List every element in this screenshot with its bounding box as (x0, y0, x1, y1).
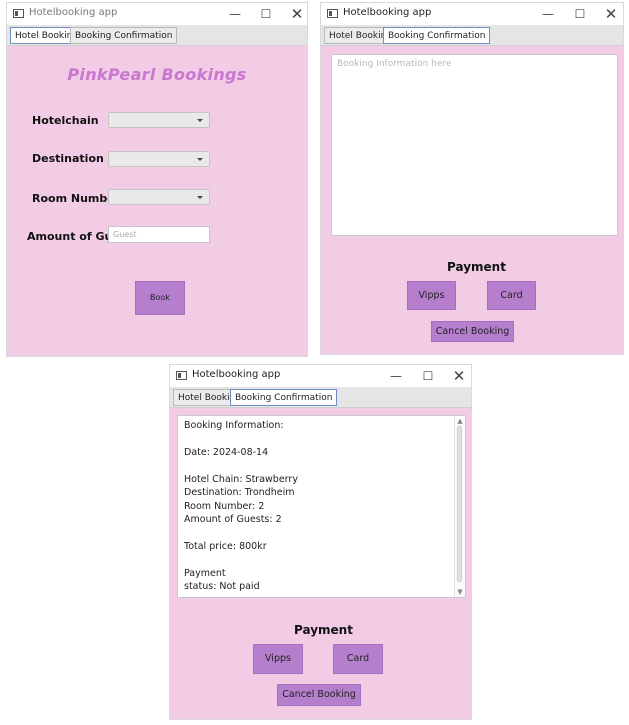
tab-booking-confirmation[interactable]: Booking Confirmation (70, 27, 178, 44)
app-icon (176, 371, 187, 380)
window-title: Hotelbooking app (29, 7, 118, 18)
guest-input[interactable]: Guest (108, 226, 210, 243)
destination-dropdown[interactable] (108, 151, 210, 167)
scrollbar-thumb[interactable] (457, 426, 462, 582)
title-bar[interactable]: Hotelbooking app — ☐ ✕ (321, 3, 623, 25)
info-room-number: Room Number: 2 (184, 501, 265, 512)
scroll-up-icon[interactable]: ▲ (455, 416, 465, 426)
tab-bar: Hotel Booking Booking Confirmation (7, 25, 307, 46)
booking-info-textarea[interactable]: Booking Information here (331, 54, 618, 236)
window-title: Hotelbooking app (192, 369, 281, 380)
title-bar[interactable]: Hotelbooking app — ☐ ✕ (170, 365, 471, 387)
info-payment: Payment (184, 568, 226, 579)
window-hotel-booking: Hotelbooking app — ☐ ✕ Hotel Booking Boo… (6, 2, 308, 357)
app-icon (327, 9, 338, 18)
vertical-scrollbar[interactable]: ▲ ▼ (454, 416, 465, 597)
info-heading: Booking Information: (184, 420, 284, 431)
maximize-icon[interactable]: ☐ (413, 367, 443, 385)
title-bar[interactable]: Hotelbooking app — ☐ ✕ (7, 3, 307, 25)
info-date: Date: 2024-08-14 (184, 447, 269, 458)
maximize-icon[interactable]: ☐ (251, 5, 281, 23)
textarea-placeholder: Booking Information here (337, 59, 452, 69)
close-icon[interactable]: ✕ (282, 5, 307, 23)
label-hotelchain: Hotelchain (32, 114, 99, 127)
info-hotel-chain: Hotel Chain: Strawberry (184, 474, 298, 485)
window-booking-confirmation-filled: Hotelbooking app — ☐ ✕ Hotel Booking Boo… (169, 364, 472, 720)
info-destination: Destination: Trondheim (184, 487, 295, 498)
close-icon[interactable]: ✕ (596, 5, 623, 23)
hotelchain-dropdown[interactable] (108, 112, 210, 128)
info-amount-of-guests: Amount of Guests: 2 (184, 514, 282, 525)
tab-booking-confirmation[interactable]: Booking Confirmation (383, 27, 491, 44)
payment-title: Payment (447, 260, 506, 274)
brand-title: PinkPearl Bookings (67, 65, 247, 84)
label-destination: Destination (32, 152, 104, 165)
tab-bar: Hotel Booking Booking Confirmation (321, 25, 623, 46)
room-number-dropdown[interactable] (108, 189, 210, 205)
window-booking-confirmation-empty: Hotelbooking app — ☐ ✕ Hotel Booking Boo… (320, 2, 624, 355)
window-title: Hotelbooking app (343, 7, 432, 18)
card-button[interactable]: Card (333, 644, 383, 674)
scroll-down-icon[interactable]: ▼ (455, 587, 465, 597)
close-icon[interactable]: ✕ (444, 367, 471, 385)
vipps-button[interactable]: Vipps (407, 281, 456, 310)
tab-bar: Hotel Booking Booking Confirmation (170, 387, 471, 408)
card-button[interactable]: Card (487, 281, 536, 310)
payment-title: Payment (294, 623, 353, 637)
vipps-button[interactable]: Vipps (253, 644, 303, 674)
minimize-icon[interactable]: — (533, 5, 563, 23)
label-room-number: Room Number (32, 192, 121, 205)
minimize-icon[interactable]: — (220, 5, 250, 23)
book-button[interactable]: Book (135, 281, 185, 315)
minimize-icon[interactable]: — (381, 367, 411, 385)
booking-info-textarea[interactable]: Booking Information: Date: 2024-08-14 Ho… (177, 415, 466, 598)
maximize-icon[interactable]: ☐ (565, 5, 595, 23)
cancel-booking-button[interactable]: Cancel Booking (277, 684, 361, 706)
info-total-price: Total price: 800kr (184, 541, 267, 552)
app-icon (13, 9, 24, 18)
cancel-booking-button[interactable]: Cancel Booking (431, 321, 514, 342)
chevron-down-icon (197, 158, 203, 161)
chevron-down-icon (197, 119, 203, 122)
info-payment-status: status: Not paid (184, 581, 260, 592)
tab-booking-confirmation[interactable]: Booking Confirmation (230, 389, 338, 406)
chevron-down-icon (197, 196, 203, 199)
